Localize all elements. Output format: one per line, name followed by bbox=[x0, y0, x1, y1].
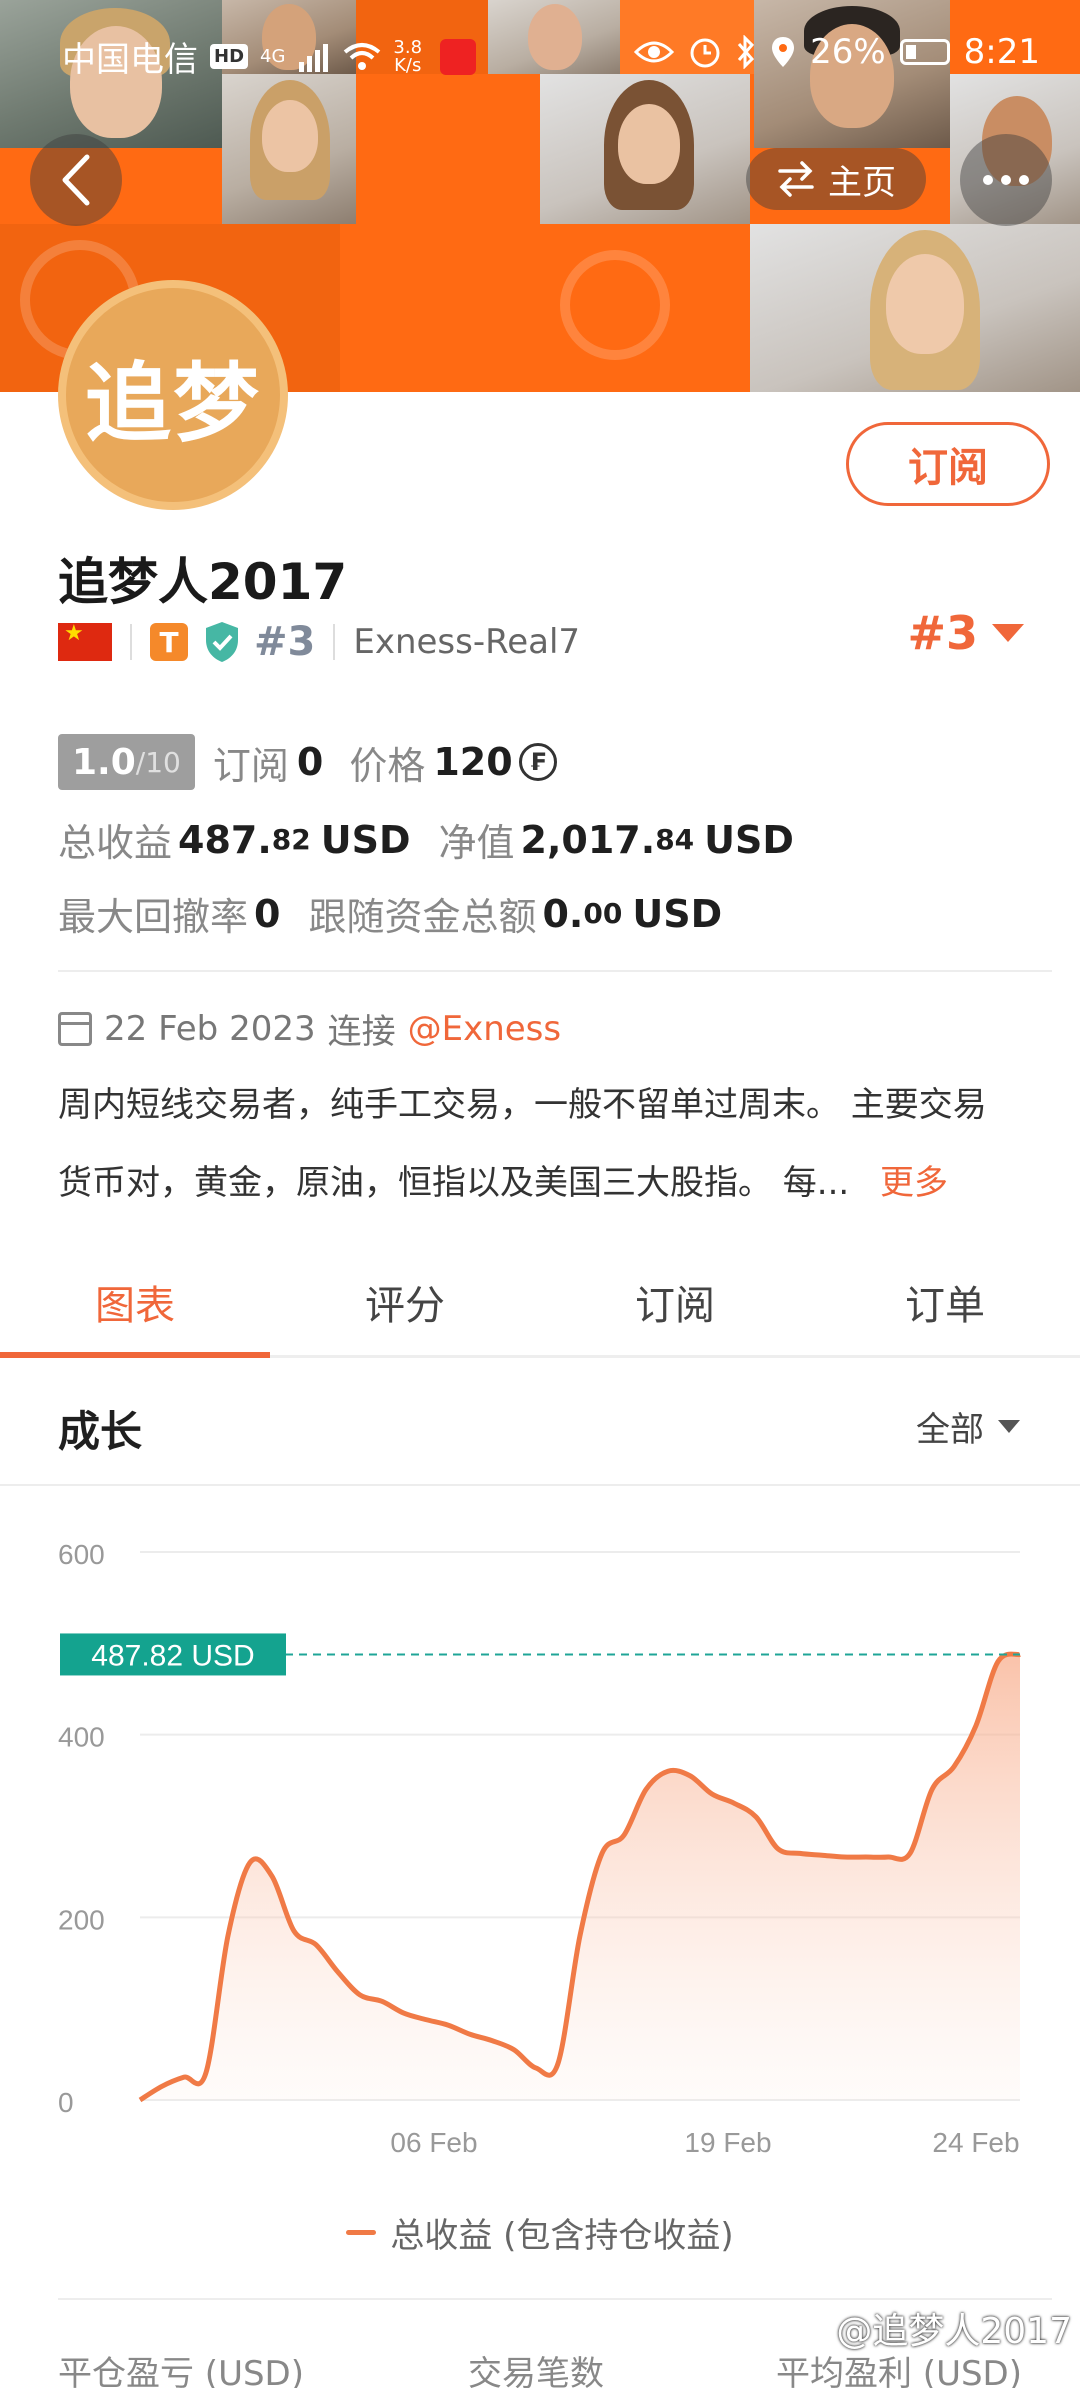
tab-bar: 图表 评分 订阅 订单 bbox=[0, 1248, 1080, 1358]
tab-rating[interactable]: 评分 bbox=[270, 1248, 540, 1355]
broker-account: Exness-Real7 bbox=[353, 622, 581, 662]
rank-small: #3 bbox=[254, 619, 316, 665]
price-label: 价格 bbox=[349, 743, 426, 788]
net-speed-value: 3.8 bbox=[393, 36, 423, 58]
follow-funds-label: 跟随资金总额 bbox=[308, 895, 537, 939]
connect-date: 22 Feb 2023 bbox=[104, 1008, 316, 1049]
equity-label: 净值 bbox=[438, 821, 515, 865]
x-tick-label: 19 Feb bbox=[684, 2127, 771, 2158]
wifi-icon bbox=[344, 42, 381, 70]
carrier-name: 中国电信 bbox=[62, 40, 198, 80]
signal-icon bbox=[299, 43, 329, 72]
range-label: 全部 bbox=[916, 1410, 984, 1450]
total-profit-label: 总收益 bbox=[58, 821, 173, 865]
growth-chart: 0 200 400 600 487.82 USD 06 Feb 19 Feb 24 Feb bbox=[58, 1539, 1021, 2158]
subscribe-count: 0 bbox=[296, 740, 324, 784]
back-button[interactable] bbox=[30, 134, 122, 226]
connection-row: 22 Feb 2023 连接 @Exness bbox=[58, 1004, 561, 1053]
hd-badge: HD bbox=[210, 44, 249, 69]
y-tick-label: 200 bbox=[58, 1904, 105, 1935]
score-value: 1.0 bbox=[72, 741, 136, 783]
bluetooth-icon bbox=[737, 35, 755, 69]
calendar-icon bbox=[58, 1011, 92, 1046]
tab-orders[interactable]: 订单 bbox=[810, 1248, 1080, 1355]
network-type: 4G bbox=[260, 45, 286, 67]
legend-label: 总收益 (包含持仓收益) bbox=[390, 2216, 734, 2256]
description-line: 货币对，黄金，原油，恒指以及美国三大股指。 每... 更多 bbox=[58, 1156, 1048, 1210]
status-bar: 中国电信 HD 4G 3.8 K/s 26% 8:21 bbox=[0, 0, 1080, 110]
total-profit-unit: USD bbox=[320, 817, 411, 862]
follow-funds-unit: USD bbox=[632, 891, 723, 936]
user-name: 追梦人2017 bbox=[58, 553, 348, 611]
more-link[interactable]: 更多 bbox=[880, 1163, 948, 1203]
equity-unit: USD bbox=[704, 817, 794, 862]
home-button[interactable]: 主页 bbox=[746, 148, 926, 210]
watermark: @追梦人2017 bbox=[836, 2311, 1072, 2352]
legend-line-icon bbox=[346, 2230, 377, 2235]
caret-down-icon bbox=[992, 624, 1024, 642]
price-value: 120 bbox=[433, 740, 513, 784]
total-profit-dec: 82 bbox=[271, 823, 311, 856]
description-text: 货币对，黄金，原油，恒指以及美国三大股指。 每... bbox=[58, 1163, 850, 1203]
clock: 8:21 bbox=[963, 32, 1040, 72]
tab-chart[interactable]: 图表 bbox=[0, 1248, 270, 1358]
caret-down-icon bbox=[998, 1420, 1020, 1433]
tab-subscribe[interactable]: 订阅 bbox=[540, 1248, 810, 1355]
app-notification-icon bbox=[440, 38, 477, 75]
more-dots-icon bbox=[983, 175, 993, 185]
subscribe-button[interactable]: 订阅 bbox=[846, 422, 1050, 506]
drawdown-row: 最大回撤率 0 跟随资金总额 0. 00 USD bbox=[58, 886, 722, 941]
equity-dec: 84 bbox=[655, 823, 695, 856]
profile-meta-row: T #3 Exness-Real7 bbox=[58, 616, 580, 668]
currency-coin-icon: ₣ bbox=[518, 743, 557, 781]
china-flag-icon bbox=[58, 621, 112, 661]
eye-icon bbox=[634, 41, 675, 63]
follow-funds-int: 0. bbox=[542, 891, 584, 936]
closed-pnl-label: 平仓盈亏 (USD) bbox=[58, 2354, 304, 2388]
banner-photo bbox=[750, 224, 1080, 392]
equity-int: 2,017. bbox=[520, 817, 656, 862]
connect-label: 连接 bbox=[327, 1012, 396, 1052]
subscribe-count-label: 订阅 bbox=[212, 743, 289, 788]
current-value-label: 487.82 USD bbox=[91, 1639, 254, 1672]
more-options-button[interactable] bbox=[960, 134, 1052, 226]
tier-badge: T bbox=[150, 623, 188, 661]
total-profit-int: 487. bbox=[178, 817, 272, 862]
score-row: 1.0 /10 订阅 0 价格 120 ₣ bbox=[58, 734, 557, 790]
score-max: /10 bbox=[135, 745, 181, 779]
max-drawdown-value: 0 bbox=[254, 891, 281, 936]
y-tick-label: 0 bbox=[58, 2087, 74, 2118]
range-dropdown[interactable]: 全部 bbox=[916, 1402, 1020, 1451]
verified-shield-icon bbox=[206, 622, 238, 662]
avatar: 追梦 bbox=[58, 280, 288, 510]
x-tick-label: 24 Feb bbox=[932, 2127, 1019, 2158]
battery-icon bbox=[899, 39, 950, 65]
chevron-left-icon bbox=[62, 154, 90, 206]
swap-icon bbox=[778, 161, 814, 197]
y-tick-label: 400 bbox=[58, 1722, 105, 1753]
divider bbox=[58, 2298, 1052, 2300]
rank-dropdown[interactable]: #3 bbox=[907, 606, 1024, 660]
y-tick-label: 600 bbox=[58, 1539, 105, 1570]
location-icon bbox=[772, 37, 795, 67]
alarm-icon bbox=[690, 38, 720, 68]
growth-title: 成长 bbox=[58, 1407, 143, 1456]
score-badge: 1.0 /10 bbox=[58, 734, 195, 790]
broker-link[interactable]: @Exness bbox=[408, 1009, 562, 1049]
divider bbox=[58, 970, 1052, 972]
home-button-label: 主页 bbox=[828, 162, 896, 203]
max-drawdown-label: 最大回撤率 bbox=[58, 895, 249, 939]
trades-count-label: 交易笔数 bbox=[468, 2354, 604, 2388]
follow-funds-dec: 00 bbox=[583, 897, 623, 930]
profit-row: 总收益 487. 82 USD 净值 2,017. 84 USD bbox=[58, 812, 794, 867]
rank-big-label: #3 bbox=[907, 606, 978, 660]
description-line: 周内短线交易者，纯手工交易，一般不留单过周末。 主要交易 bbox=[58, 1085, 987, 1125]
battery-percent: 26% bbox=[810, 32, 886, 72]
x-tick-label: 06 Feb bbox=[390, 2127, 477, 2158]
net-speed-unit: K/s bbox=[394, 54, 422, 76]
chart-legend: 总收益 (包含持仓收益) bbox=[0, 2208, 1080, 2257]
